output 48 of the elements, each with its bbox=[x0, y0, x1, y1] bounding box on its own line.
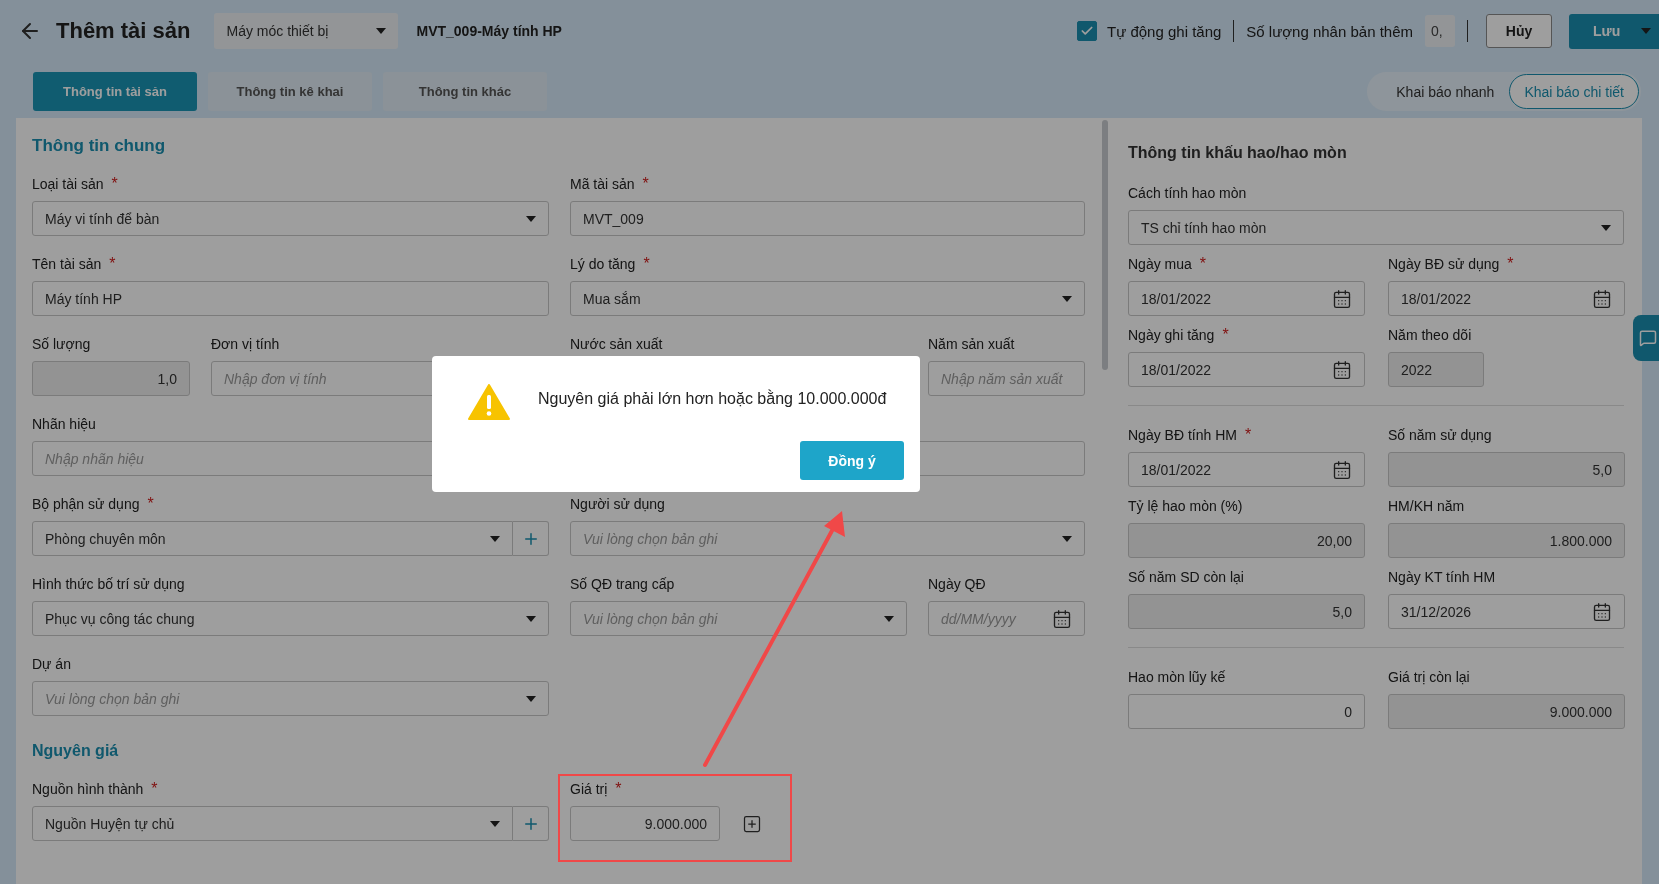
section-title: Nguyên giá bbox=[32, 742, 120, 760]
field-label: Hình thức bố trí sử dụng bbox=[32, 575, 185, 593]
required-mark: * bbox=[151, 780, 158, 798]
field-label: Số QĐ trang cấp bbox=[570, 575, 675, 593]
field-label: Tên tài sản bbox=[32, 255, 102, 273]
field-label: Ngày QĐ bbox=[928, 575, 986, 593]
field-label: Nguồn hình thành bbox=[32, 780, 144, 798]
field-label: Tỷ lệ hao mòn (%) bbox=[1128, 497, 1243, 515]
required-mark: * bbox=[615, 780, 622, 798]
required-mark: * bbox=[109, 255, 116, 273]
field-label: Bộ phận sử dụng bbox=[32, 495, 140, 513]
panel-title: Thông tin khấu hao/hao mòn bbox=[1128, 144, 1348, 162]
checkbox-label: Tự động ghi tăng bbox=[1107, 22, 1222, 40]
field-label: Ngày KT tính HM bbox=[1388, 568, 1496, 586]
required-mark: * bbox=[642, 175, 649, 193]
field-label: Ngày mua bbox=[1128, 255, 1192, 273]
required-mark: * bbox=[111, 175, 118, 193]
field-label: Giá trị bbox=[570, 780, 608, 798]
asset-code-title: MVT_009-Máy tính HP bbox=[416, 23, 563, 39]
field-label: HM/KH năm bbox=[1388, 497, 1465, 515]
field-label: Dự án bbox=[32, 655, 71, 673]
field-label: Số năm SD còn lại bbox=[1128, 568, 1244, 586]
field-label: Số năm sử dụng bbox=[1388, 426, 1492, 444]
field-label: Đơn vị tính bbox=[211, 335, 280, 353]
required-mark: * bbox=[643, 255, 650, 273]
field-label: Giá trị còn lại bbox=[1388, 668, 1470, 686]
field-label: Nhãn hiệu bbox=[32, 415, 96, 433]
required-mark: * bbox=[1244, 426, 1252, 444]
field-label: Lý do tăng bbox=[570, 255, 636, 273]
field-label: Cách tính hao mòn bbox=[1128, 184, 1247, 202]
page-title: Thêm tài sản bbox=[56, 18, 191, 44]
field-label: Mã tài sản bbox=[570, 175, 635, 193]
field-label: Ngày BĐ sử dụng bbox=[1388, 255, 1500, 273]
copies-label: Số lượng nhân bản thêm bbox=[1246, 22, 1413, 40]
field-label: Số lượng bbox=[32, 335, 91, 353]
field-label: Năm theo dõi bbox=[1388, 326, 1472, 344]
field-label: Nước sản xuất bbox=[570, 335, 663, 353]
required-mark: * bbox=[1507, 255, 1514, 273]
field-label: Loại tài sản bbox=[32, 175, 104, 193]
field-label: Năm sản xuất bbox=[928, 335, 1015, 353]
field-label: Người sử dụng bbox=[570, 495, 665, 513]
required-mark: * bbox=[1199, 255, 1207, 273]
field-label: Hao mòn lũy kế bbox=[1128, 668, 1226, 686]
field-label: Ngày BĐ tính HM bbox=[1128, 426, 1237, 444]
required-mark: * bbox=[1222, 326, 1229, 344]
field-label: Ngày ghi tăng bbox=[1128, 326, 1215, 344]
section-title: Thông tin chung bbox=[32, 136, 167, 156]
required-mark: * bbox=[147, 495, 154, 513]
